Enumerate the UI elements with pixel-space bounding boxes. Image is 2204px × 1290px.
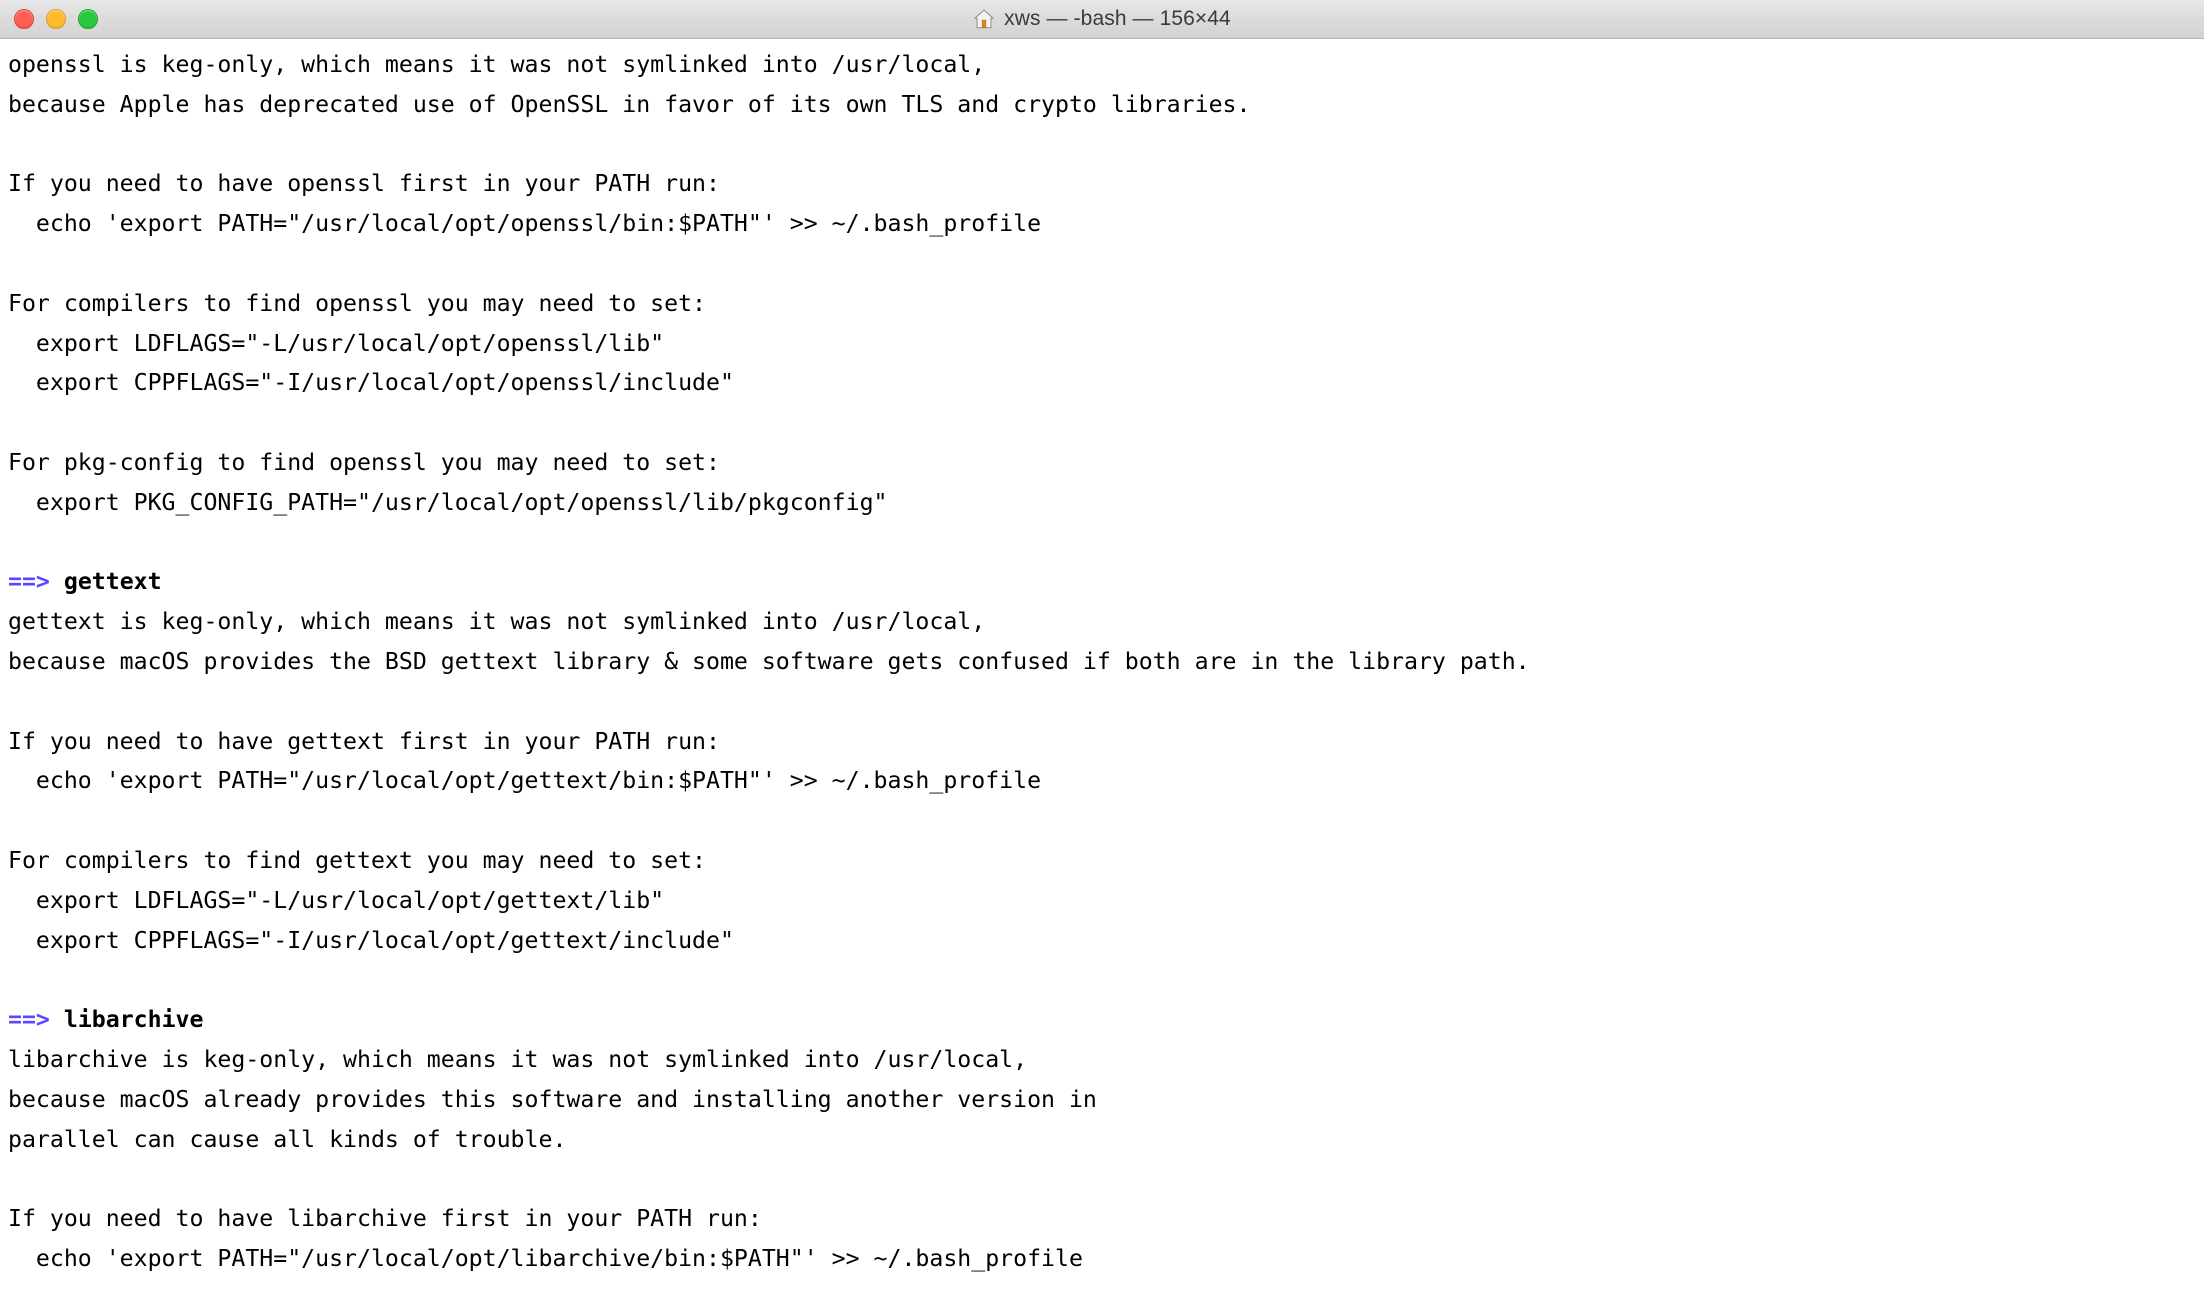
terminal-line: libarchive is keg-only, which means it w… <box>8 1045 1028 1073</box>
terminal-window: xws — -bash — 156×44 openssl is keg-only… <box>0 0 2204 1290</box>
terminal-line: For pkg-config to find openssl you may n… <box>8 448 720 476</box>
window-title: xws — -bash — 156×44 <box>1004 7 1231 30</box>
terminal-line: parallel can cause all kinds of trouble. <box>8 1125 567 1153</box>
zoom-button[interactable] <box>78 9 98 29</box>
arrow-marker: ==> <box>8 568 50 596</box>
terminal-line: export CPPFLAGS="-I/usr/local/opt/openss… <box>8 369 734 397</box>
window-title-group: xws — -bash — 156×44 <box>0 0 2204 38</box>
arrow-marker: ==> <box>8 1006 50 1034</box>
terminal-line: If you need to have libarchive first in … <box>8 1205 762 1233</box>
terminal-line: because macOS provides the BSD gettext l… <box>8 647 1530 675</box>
terminal-line: export CPPFLAGS="-I/usr/local/opt/gettex… <box>8 926 734 954</box>
terminal-line: because Apple has deprecated use of Open… <box>8 90 1251 118</box>
formula-name: gettext <box>63 568 162 596</box>
terminal-line: export PKG_CONFIG_PATH="/usr/local/opt/o… <box>8 488 888 516</box>
terminal-line: because macOS already provides this soft… <box>8 1085 1097 1113</box>
terminal-line: If you need to have gettext first in you… <box>8 727 720 755</box>
title-bar[interactable]: xws — -bash — 156×44 <box>0 0 2204 39</box>
terminal-line: echo 'export PATH="/usr/local/opt/libarc… <box>8 1244 1083 1272</box>
terminal-line: For compilers to find gettext you may ne… <box>8 846 707 874</box>
traffic-lights <box>0 9 98 29</box>
terminal-line: export LDFLAGS="-L/usr/local/opt/openssl… <box>8 329 665 357</box>
close-button[interactable] <box>14 9 34 29</box>
terminal-line: echo 'export PATH="/usr/local/opt/openss… <box>8 210 1042 238</box>
formula-name: libarchive <box>63 1006 204 1034</box>
minimize-button[interactable] <box>46 9 66 29</box>
terminal-line: For compilers to find openssl you may ne… <box>8 289 707 317</box>
terminal-line: export LDFLAGS="-L/usr/local/opt/gettext… <box>8 886 665 914</box>
terminal-line: gettext is keg-only, which means it was … <box>8 608 986 636</box>
home-icon <box>974 9 994 29</box>
terminal-line: openssl is keg-only, which means it was … <box>8 51 986 78</box>
terminal-formula-header: ==> libarchive <box>8 1000 2204 1040</box>
terminal-line: echo 'export PATH="/usr/local/opt/gettex… <box>8 767 1042 795</box>
terminal-line: If you need to have openssl first in you… <box>8 170 720 198</box>
terminal-formula-header: ==> gettext <box>8 562 2204 602</box>
terminal-output[interactable]: openssl is keg-only, which means it was … <box>0 39 2204 1290</box>
